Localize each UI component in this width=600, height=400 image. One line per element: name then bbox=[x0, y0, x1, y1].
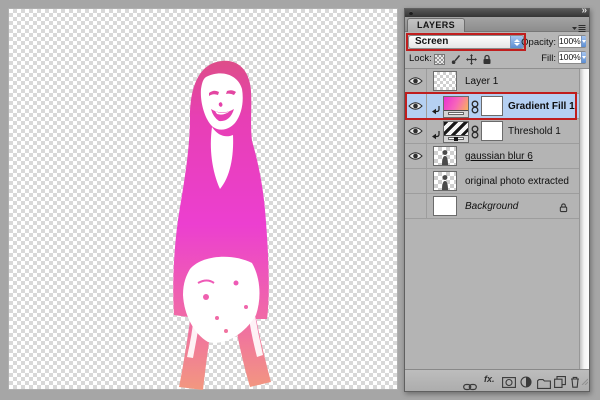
layer-row-layer-1[interactable]: Layer 1 bbox=[405, 69, 579, 94]
lock-position-icon[interactable] bbox=[465, 53, 477, 65]
visibility-toggle[interactable] bbox=[405, 169, 427, 193]
mask-link-icon[interactable] bbox=[471, 125, 479, 144]
delete-layer-icon[interactable] bbox=[570, 375, 580, 393]
layer-name[interactable]: original photo extracted bbox=[465, 169, 569, 193]
gradient-silhouette-figure bbox=[173, 60, 271, 390]
blend-mode-value: Screen bbox=[415, 36, 449, 47]
layers-panel: » LAYERS Screen Opacity: 100% Lock: Fill… bbox=[404, 6, 590, 392]
new-layer-icon[interactable] bbox=[554, 375, 566, 393]
threshold-thumbnail[interactable] bbox=[443, 121, 469, 143]
lock-label: Lock: bbox=[409, 53, 432, 64]
layer-mask-thumbnail[interactable] bbox=[481, 96, 503, 116]
panel-footer: fx. bbox=[405, 369, 589, 391]
visibility-toggle[interactable] bbox=[405, 119, 427, 143]
layer-controls: Screen Opacity: 100% Lock: Fill: 100% bbox=[405, 32, 589, 69]
document-canvas[interactable] bbox=[8, 8, 398, 390]
panel-grip-dot-icon bbox=[409, 11, 413, 15]
clipping-mask-arrow-icon bbox=[431, 127, 441, 145]
layer-lock-icon bbox=[559, 200, 568, 218]
blend-mode-dropdown[interactable]: Screen bbox=[408, 35, 524, 49]
eye-icon bbox=[408, 102, 423, 110]
tab-layers[interactable]: LAYERS bbox=[407, 18, 466, 32]
panel-scrollbar[interactable] bbox=[579, 69, 589, 369]
eye-icon bbox=[408, 127, 423, 135]
fill-input[interactable]: 100% bbox=[558, 51, 586, 64]
new-group-icon[interactable] bbox=[537, 376, 551, 394]
mask-link-icon[interactable] bbox=[471, 100, 479, 119]
opacity-input[interactable]: 100% bbox=[558, 35, 586, 48]
visibility-toggle[interactable] bbox=[405, 194, 427, 218]
layer-name[interactable]: Background bbox=[465, 194, 518, 218]
clipping-mask-arrow-icon bbox=[431, 102, 441, 120]
visibility-toggle[interactable] bbox=[405, 94, 427, 118]
layer-mask-thumbnail[interactable] bbox=[481, 121, 503, 141]
lock-transparency-icon[interactable] bbox=[433, 53, 445, 65]
layer-row-threshold-1[interactable]: Threshold 1 bbox=[405, 119, 579, 144]
lock-buttons bbox=[433, 53, 493, 65]
layer-name[interactable]: gaussian blur 6 bbox=[465, 144, 533, 168]
lock-all-icon[interactable] bbox=[481, 53, 493, 65]
layer-thumbnail-white[interactable] bbox=[433, 196, 457, 216]
panel-drag-bar[interactable]: » bbox=[405, 6, 589, 17]
link-layers-icon[interactable] bbox=[463, 378, 477, 396]
layer-row-original-photo[interactable]: original photo extracted bbox=[405, 169, 579, 194]
layer-list: Layer 1 Gradient Fill 1 Threshold 1 gaus… bbox=[405, 69, 589, 369]
panel-tab-bar: LAYERS bbox=[405, 17, 589, 32]
layer-thumbnail-photo[interactable] bbox=[433, 146, 457, 166]
layer-row-gaussian-blur-6[interactable]: gaussian blur 6 bbox=[405, 144, 579, 169]
layer-name[interactable]: Threshold 1 bbox=[508, 119, 561, 143]
fill-dropdown-icon[interactable] bbox=[580, 52, 586, 63]
fill-value: 100% bbox=[559, 52, 581, 62]
gradient-fill-thumbnail[interactable] bbox=[443, 96, 469, 118]
layer-name[interactable]: Layer 1 bbox=[465, 69, 498, 93]
opacity-value: 100% bbox=[559, 36, 581, 46]
visibility-toggle[interactable] bbox=[405, 69, 427, 93]
new-adjustment-layer-icon[interactable] bbox=[520, 375, 532, 393]
collapse-panel-icon[interactable]: » bbox=[581, 6, 586, 16]
layer-style-fx-icon[interactable]: fx. bbox=[484, 374, 495, 384]
visibility-toggle[interactable] bbox=[405, 144, 427, 168]
panel-resize-grip[interactable] bbox=[580, 372, 589, 390]
lock-image-icon[interactable] bbox=[449, 53, 461, 65]
photo-silhouette-icon bbox=[442, 175, 448, 190]
opacity-label: Opacity: bbox=[521, 37, 556, 48]
fill-label: Fill: bbox=[541, 53, 556, 64]
layer-thumbnail-photo[interactable] bbox=[433, 171, 457, 191]
eye-icon bbox=[408, 152, 423, 160]
add-layer-mask-icon[interactable] bbox=[502, 375, 516, 393]
layer-row-gradient-fill-1[interactable]: Gradient Fill 1 bbox=[405, 94, 579, 119]
eye-icon bbox=[408, 77, 423, 85]
opacity-dropdown-icon[interactable] bbox=[580, 36, 586, 47]
photo-silhouette-icon bbox=[442, 150, 448, 165]
layer-row-background[interactable]: Background bbox=[405, 194, 579, 219]
layer-thumbnail-transparent[interactable] bbox=[433, 71, 457, 91]
layer-name[interactable]: Gradient Fill 1 bbox=[508, 94, 575, 118]
